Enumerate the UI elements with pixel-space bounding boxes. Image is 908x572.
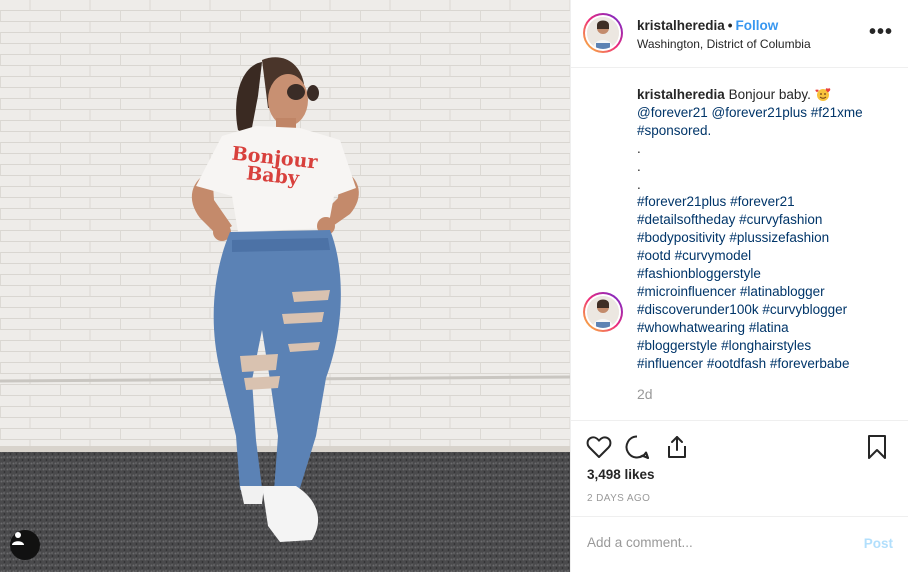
post-comment-button[interactable]: Post: [864, 536, 893, 551]
smiling-face-with-hearts-icon: [815, 88, 830, 101]
hashtag-link[interactable]: #ootd: [637, 248, 671, 263]
hashtag-link[interactable]: #influencer: [637, 356, 703, 371]
hashtag-link[interactable]: #detailsoftheday: [637, 212, 735, 227]
comment-bar: Post: [571, 516, 908, 572]
caption-time-ago[interactable]: 2d: [637, 386, 653, 402]
post-photo[interactable]: Bonjour Baby: [0, 0, 570, 572]
hashtag-link[interactable]: #microinfluencer: [637, 284, 736, 299]
mention-link[interactable]: @forever21: [637, 105, 708, 120]
avatar-image: [587, 296, 619, 328]
post-details-panel: kristalheredia • Follow Washington, Distri…: [570, 0, 908, 572]
bookmark-icon[interactable]: [863, 433, 891, 461]
photo-illustration: Bonjour Baby: [0, 0, 570, 572]
dot-separator: •: [727, 18, 733, 33]
follow-button[interactable]: Follow: [736, 18, 779, 33]
hashtag-link[interactable]: #ootdfash: [707, 356, 766, 371]
user-tag-icon[interactable]: [10, 530, 40, 560]
author-username[interactable]: kristalheredia: [637, 18, 725, 33]
author-avatar[interactable]: [583, 13, 623, 53]
post-caption: kristalheredia Bonjour baby. @forever21 …: [637, 86, 899, 373]
action-bar: 3,498 likes 2 DAYS AGO: [571, 420, 908, 516]
hashtag-link[interactable]: #forever21: [730, 194, 795, 209]
more-options-icon[interactable]: •••: [869, 22, 893, 42]
hashtag-link[interactable]: #fashionbloggerstyle: [637, 266, 761, 281]
hashtag-link[interactable]: #whowhatwearing: [637, 320, 745, 335]
share-icon[interactable]: [663, 433, 691, 461]
hashtag-link[interactable]: #bloggerstyle: [637, 338, 717, 353]
post-header: kristalheredia • Follow Washington, Distri…: [571, 0, 908, 68]
hashtag-link[interactable]: #curvyblogger: [762, 302, 847, 317]
comments-section: kristalheredia Bonjour baby. @forever21 …: [571, 68, 908, 420]
author-info: kristalheredia • Follow Washington, Distri…: [637, 18, 811, 51]
hashtag-link[interactable]: #sponsored.: [637, 123, 711, 138]
hashtag-link[interactable]: #forever21plus: [637, 194, 726, 209]
caption-dot: .: [637, 140, 641, 156]
hashtag-link[interactable]: #discoverunder100k: [637, 302, 759, 317]
comment-input[interactable]: [587, 535, 837, 550]
hashtag-link[interactable]: #latinablogger: [740, 284, 825, 299]
mention-link[interactable]: @forever21plus: [712, 105, 808, 120]
caption-dot: .: [637, 176, 641, 192]
likes-count[interactable]: 3,498 likes: [587, 467, 655, 482]
caption-text: Bonjour baby.: [728, 87, 811, 102]
caption-dot: .: [637, 158, 641, 174]
hashtag-link[interactable]: #plussizefashion: [729, 230, 829, 245]
caption-author-avatar[interactable]: [583, 292, 623, 332]
comment-icon[interactable]: [623, 433, 651, 461]
hashtag-link[interactable]: #foreverbabe: [770, 356, 850, 371]
hashtag-link[interactable]: #bodypositivity: [637, 230, 726, 245]
avatar-image: [587, 17, 619, 49]
hashtag-link[interactable]: #curvymodel: [675, 248, 752, 263]
post-location[interactable]: Washington, District of Columbia: [637, 37, 811, 51]
hashtag-link[interactable]: #f21xme: [811, 105, 863, 120]
hashtag-link[interactable]: #longhairstyles: [721, 338, 811, 353]
heart-icon[interactable]: [585, 433, 613, 461]
hashtag-link[interactable]: #curvyfashion: [739, 212, 822, 227]
person-glyph: [12, 532, 24, 545]
post-date[interactable]: 2 DAYS AGO: [587, 493, 650, 504]
caption-username[interactable]: kristalheredia: [637, 87, 725, 102]
hashtag-link[interactable]: #latina: [749, 320, 789, 335]
